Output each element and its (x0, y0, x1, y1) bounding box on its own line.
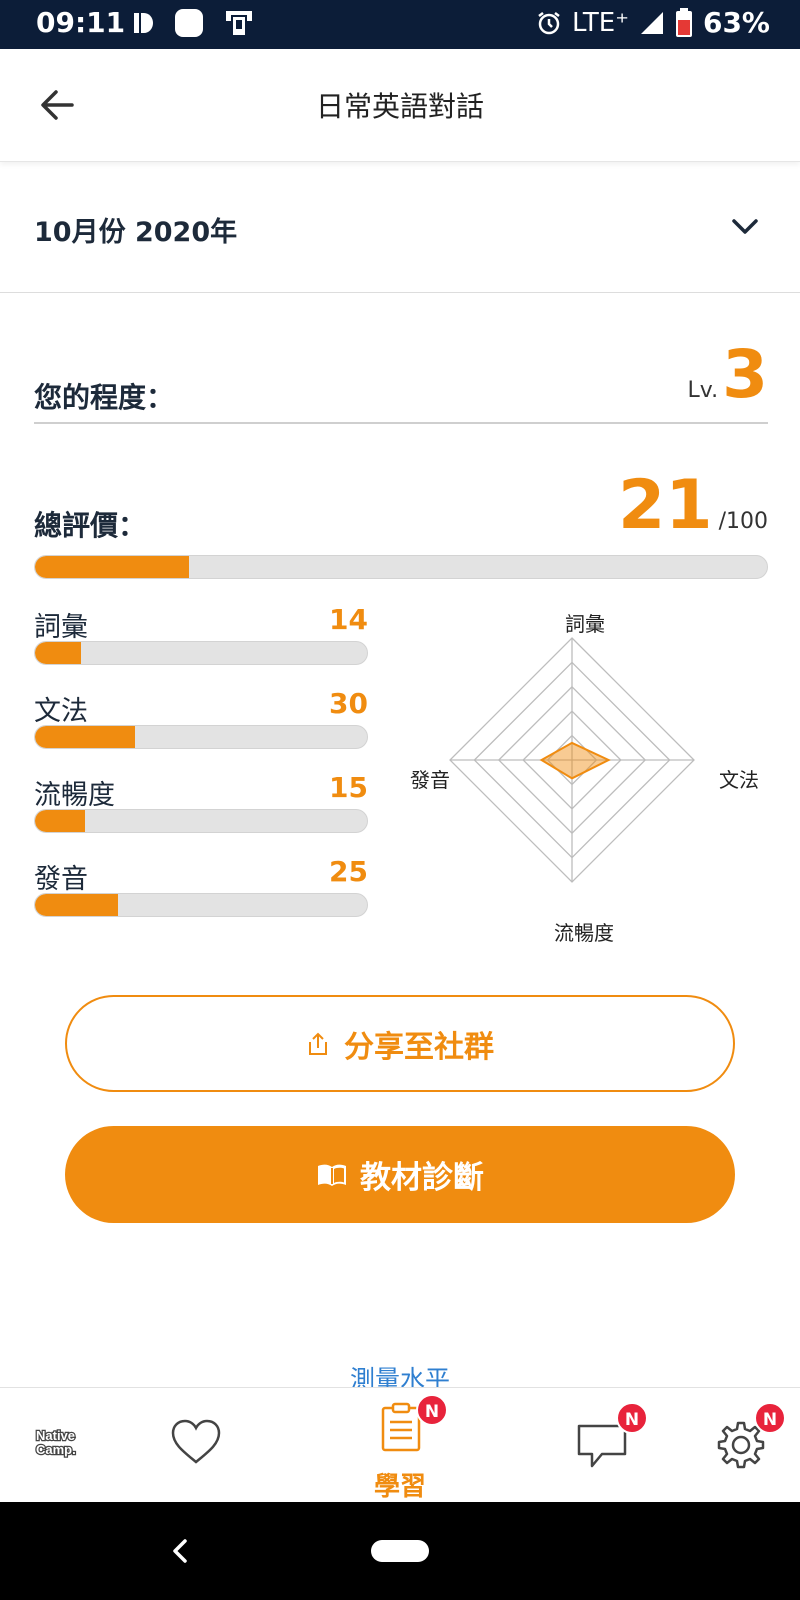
skill-progress-fill (35, 810, 85, 832)
nav-settings[interactable]: N (716, 1388, 786, 1503)
share-icon (309, 1032, 327, 1055)
settings-badge: N (754, 1402, 786, 1434)
radar-label-fluency: 流暢度 (554, 921, 614, 945)
skill-vocabulary: 詞彙 14 (34, 603, 368, 675)
skill-progress-fill (35, 726, 135, 748)
notification-phone-icon (226, 11, 252, 37)
page-title: 日常英語對話 (315, 90, 484, 123)
skill-score: 30 (329, 687, 368, 720)
month-selector-value: 10月份 2020年 (34, 217, 238, 248)
skill-pronunciation: 發音 25 (34, 855, 368, 927)
bottom-nav: Native Camp. N 學習 N N (0, 1387, 800, 1502)
logo-line1: Native (36, 1428, 75, 1443)
status-time: 09:11 (36, 6, 126, 39)
radar-label-pronunciation: 發音 (410, 768, 450, 792)
overall-score-value: 21 (617, 466, 713, 545)
skill-name: 文法 (34, 696, 88, 727)
battery-percentage: 63% (702, 6, 770, 39)
skill-score: 15 (329, 771, 368, 804)
overall-progress-bar (34, 555, 768, 579)
overall-score: 21 /100 (618, 470, 768, 542)
share-button-label: 分享至社群 (344, 1029, 494, 1065)
share-button[interactable]: 分享至社群 (65, 995, 735, 1092)
battery-icon (675, 7, 692, 37)
status-notification-icons (132, 8, 254, 38)
radar-label-grammar: 文法 (719, 768, 759, 792)
level-prefix: Lv. (687, 378, 719, 403)
overall-label: 總評價： (34, 509, 147, 542)
nav-favorites[interactable] (170, 1388, 226, 1503)
material-diagnosis-label: 教材診斷 (360, 1160, 484, 1196)
nav-chat[interactable]: N (576, 1388, 648, 1503)
nav-study-label: 學習 (373, 1472, 426, 1502)
level-value: Lv. 3 (688, 340, 769, 410)
native-camp-logo: Native Camp. (35, 1427, 77, 1459)
overall-progress-fill (35, 556, 189, 578)
skill-progress-bar (34, 641, 368, 665)
chevron-down-icon[interactable] (730, 212, 760, 242)
skill-name: 流暢度 (34, 780, 115, 811)
study-badge: N (416, 1394, 448, 1426)
skills-radar-chart: 詞彙 文法 流暢度 發音 (400, 600, 780, 950)
skill-name: 詞彙 (34, 612, 88, 643)
alarm-icon (538, 11, 560, 34)
nav-study[interactable]: N 學習 (370, 1388, 448, 1503)
skill-score: 25 (329, 855, 368, 888)
book-icon (318, 1164, 346, 1186)
notification-app-icon (175, 9, 203, 37)
status-system-icons: LTE⁺ 63% (536, 6, 770, 39)
level-row: 您的程度： Lv. 3 (34, 340, 768, 424)
system-home-button[interactable] (371, 1540, 429, 1562)
chat-badge: N (616, 1402, 648, 1434)
level-label: 您的程度： (34, 381, 175, 414)
skill-progress-bar (34, 893, 368, 917)
overall-score-max: /100 (718, 509, 768, 534)
system-navigation-bar (0, 1502, 800, 1600)
skill-fluency: 流暢度 15 (34, 771, 368, 843)
level-number: 3 (722, 336, 768, 413)
skill-progress-fill (35, 642, 82, 664)
skill-progress-bar (34, 809, 368, 833)
heart-icon (171, 1419, 221, 1464)
material-diagnosis-button[interactable]: 教材診斷 (65, 1126, 735, 1223)
notification-d-icon (134, 13, 153, 33)
skill-name: 發音 (34, 864, 88, 895)
logo-line2: Camp. (36, 1442, 76, 1457)
radar-label-vocabulary: 詞彙 (565, 612, 605, 636)
system-back-icon[interactable] (166, 1536, 196, 1566)
nav-home[interactable]: Native Camp. (34, 1388, 88, 1503)
radar-score-area (539, 741, 611, 780)
app-header: 日常英語對話 (0, 49, 800, 162)
skill-progress-bar (34, 725, 368, 749)
network-type: LTE⁺ (572, 7, 629, 38)
skill-progress-fill (35, 894, 118, 916)
skill-score: 14 (329, 603, 368, 636)
status-bar: 09:11 LTE⁺ 63% (0, 0, 800, 49)
skill-grammar: 文法 30 (34, 687, 368, 759)
month-selector[interactable]: 10月份 2020年 (0, 162, 800, 293)
signal-icon (640, 11, 663, 34)
